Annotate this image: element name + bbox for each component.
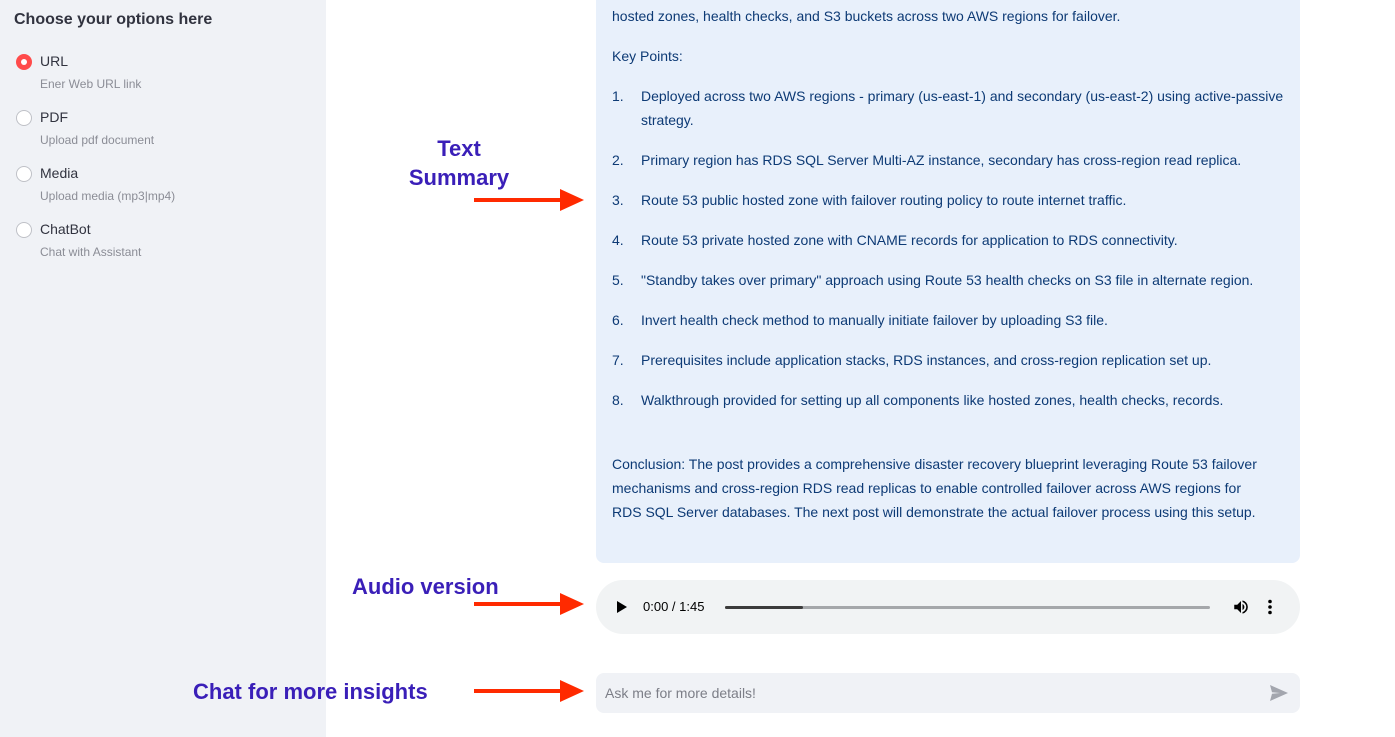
sidebar: Choose your options here URL Ener Web UR… bbox=[0, 0, 326, 737]
list-text: Deployed across two AWS regions - primar… bbox=[641, 88, 1284, 128]
more-options-icon[interactable] bbox=[1267, 599, 1273, 615]
sidebar-title: Choose your options here bbox=[14, 11, 213, 28]
option-caption: Upload media (mp3|mp4) bbox=[40, 189, 176, 203]
list-text: Walkthrough provided for setting up all … bbox=[641, 392, 1224, 408]
list-text: Invert health check method to manually i… bbox=[641, 312, 1108, 328]
list-text: Primary region has RDS SQL Server Multi-… bbox=[641, 152, 1242, 168]
summary-conclusion: Conclusion: The post provides a comprehe… bbox=[612, 456, 1257, 520]
list-number: 3. bbox=[612, 192, 624, 208]
list-text: Route 53 public hosted zone with failove… bbox=[641, 192, 1127, 208]
list-item: 6. Invert health check method to manually… bbox=[612, 308, 1284, 332]
list-number: 5. bbox=[612, 272, 624, 288]
arrow-icon bbox=[474, 593, 584, 615]
list-item: 2. Primary region has RDS SQL Server Mult… bbox=[612, 148, 1284, 172]
volume-icon[interactable] bbox=[1232, 598, 1250, 616]
list-item: 8. Walkthrough provided for setting up al… bbox=[612, 388, 1284, 412]
option-label[interactable]: URL bbox=[40, 53, 68, 69]
audio-player: 0:00 / 1:45 bbox=[596, 580, 1300, 634]
radio-button[interactable] bbox=[16, 166, 32, 182]
option-caption: Upload pdf document bbox=[40, 133, 155, 147]
radio-button[interactable] bbox=[16, 222, 32, 238]
list-item: 5. "Standby takes over primary" approach … bbox=[612, 268, 1284, 292]
send-icon[interactable] bbox=[1269, 684, 1289, 702]
list-item: 1. Deployed across two AWS regions - prim… bbox=[612, 84, 1284, 132]
option-caption: Ener Web URL link bbox=[40, 77, 142, 91]
arrow-icon bbox=[474, 189, 584, 211]
arrow-icon bbox=[474, 680, 584, 702]
option-label[interactable]: ChatBot bbox=[40, 221, 91, 237]
option-label[interactable]: Media bbox=[40, 165, 78, 181]
chat-input-container bbox=[596, 673, 1300, 713]
annotation-line: Text bbox=[437, 136, 481, 161]
option-caption: Chat with Assistant bbox=[40, 245, 142, 259]
audio-progress-fill bbox=[725, 606, 803, 609]
list-item: 4. Route 53 private hosted zone with CNAM… bbox=[612, 228, 1284, 252]
option-label[interactable]: PDF bbox=[40, 109, 68, 125]
list-number: 6. bbox=[612, 312, 624, 328]
chat-input[interactable] bbox=[596, 673, 1236, 713]
list-number: 2. bbox=[612, 152, 624, 168]
play-icon[interactable] bbox=[617, 601, 627, 613]
list-text: Prerequisites include application stacks… bbox=[641, 352, 1212, 368]
annotation-text-summary: Text Summary bbox=[395, 134, 523, 192]
audio-time: 0:00 / 1:45 bbox=[643, 599, 705, 614]
list-text: Route 53 private hosted zone with CNAME … bbox=[641, 232, 1178, 248]
list-number: 1. bbox=[612, 88, 624, 104]
list-item: 7. Prerequisites include application stac… bbox=[612, 348, 1284, 372]
radio-button-checked[interactable] bbox=[16, 54, 32, 70]
list-item: 3. Route 53 public hosted zone with failo… bbox=[612, 188, 1284, 212]
list-number: 4. bbox=[612, 232, 624, 248]
radio-button[interactable] bbox=[16, 110, 32, 126]
list-number: 8. bbox=[612, 392, 624, 408]
list-number: 7. bbox=[612, 352, 624, 368]
summary-box: hosted zones, health checks, and S3 buck… bbox=[596, 0, 1300, 563]
audio-progress-bar[interactable] bbox=[725, 606, 1210, 609]
key-points-list: 1. Deployed across two AWS regions - prim… bbox=[612, 84, 1284, 428]
annotation-chat-insights: Chat for more insights bbox=[193, 679, 428, 704]
key-points-heading: Key Points: bbox=[612, 48, 683, 64]
summary-intro: hosted zones, health checks, and S3 buck… bbox=[612, 8, 1121, 24]
list-text: "Standby takes over primary" approach us… bbox=[641, 272, 1254, 288]
